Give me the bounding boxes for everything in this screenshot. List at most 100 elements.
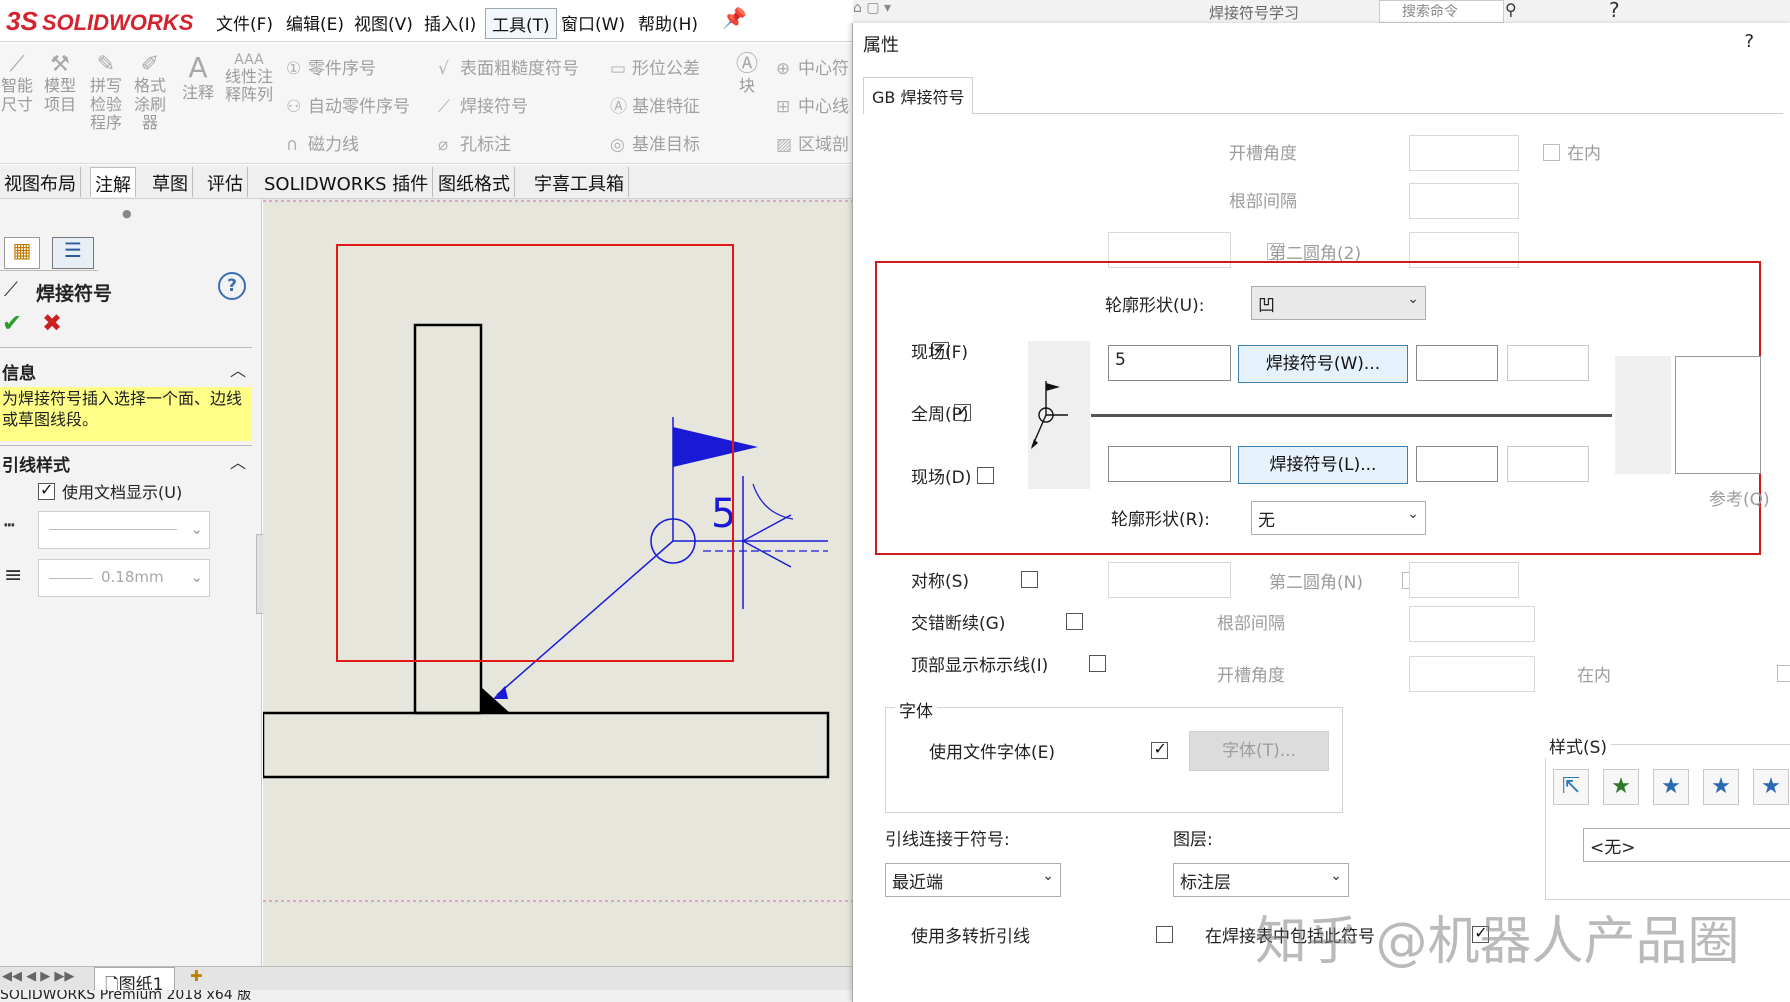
menu-edit[interactable]: 编辑(E)	[280, 8, 350, 37]
format-painter-button[interactable]: ✐ 格式涂刷器	[130, 52, 170, 132]
solidworks-logo: 3S SOLIDWORKS	[6, 6, 194, 36]
tab-view-layout[interactable]: 视图布局	[0, 167, 81, 197]
second-fillet-bottom-input[interactable]	[1108, 562, 1231, 598]
dialog-help-button[interactable]: ?	[1744, 31, 1754, 52]
staggered-checkbox[interactable]	[1066, 612, 1084, 630]
lower-pitch-input[interactable]	[1507, 446, 1589, 482]
save-style-icon[interactable]: ★	[1703, 769, 1739, 805]
home-icon[interactable]: ⌂ ▢ ▾	[853, 0, 891, 16]
chevron-down-icon: ⌄	[1330, 868, 1342, 884]
spell-check-button[interactable]: ✎ 拼写检验程序	[86, 52, 126, 132]
font-button[interactable]: 字体(T)...	[1189, 731, 1329, 771]
collapse-chevron-icon[interactable]: ︿	[230, 357, 246, 381]
upper-size-input[interactable]: 5	[1108, 345, 1231, 381]
use-doc-display-checkbox[interactable]	[38, 480, 55, 500]
menu-file[interactable]: 文件(F)	[210, 8, 279, 37]
hole-callout-button[interactable]: ⌀ 孔标注	[438, 130, 511, 155]
ok-check-icon[interactable]: ✔	[2, 309, 22, 337]
smart-dimension-button[interactable]: ⟋ 智能尺寸	[0, 52, 34, 114]
tab-addins[interactable]: SOLIDWORKS 插件	[260, 167, 434, 197]
menu-help[interactable]: 帮助(H)	[632, 8, 704, 37]
line-style-dropdown[interactable]: ⌄	[38, 511, 210, 549]
symbol-preview-left	[1028, 341, 1090, 489]
property-tab-icon[interactable]: ☰	[52, 237, 94, 269]
inside-top-checkbox[interactable]	[1543, 143, 1560, 161]
upper-length-input[interactable]	[1416, 345, 1498, 381]
help-icon[interactable]: ?	[218, 272, 246, 300]
root-gap-top-input[interactable]	[1409, 183, 1519, 219]
style-dropdown[interactable]: <无>	[1583, 828, 1790, 862]
centerline-button[interactable]: ⊞ 中心线	[776, 92, 849, 117]
symmetric-checkbox[interactable]	[1021, 570, 1039, 588]
all-around-label: 全周(P)	[911, 405, 969, 425]
gtol-button[interactable]: ▭ 形位公差	[610, 54, 700, 79]
search-commands-input[interactable]: 搜索命令	[1379, 0, 1504, 23]
top-id-line-label: 顶部显示标示线(I)	[911, 656, 1049, 676]
balloon-button[interactable]: ① 零件序号	[286, 54, 376, 79]
delete-style-icon[interactable]: ★	[1653, 769, 1689, 805]
menu-tools[interactable]: 工具(T)	[485, 8, 557, 39]
datum-target-button[interactable]: ◎ 基准目标	[610, 130, 700, 155]
pane-title: 焊接符号	[36, 283, 113, 305]
magnetic-line-button[interactable]: ∩ 磁力线	[286, 130, 359, 155]
menu-view[interactable]: 视图(V)	[348, 8, 419, 37]
sheet-nav-icon[interactable]: ◀◀ ◀ ▶ ▶▶	[2, 969, 74, 984]
linear-note-pattern-button[interactable]: AAA 线性注释阵列	[224, 52, 274, 105]
weld-symbol-w-button[interactable]: 焊接符号(W)...	[1238, 345, 1408, 383]
tab-toolbox[interactable]: 宇喜工具箱	[530, 167, 629, 197]
sheet-tab[interactable]: 🗋图纸1	[94, 967, 175, 995]
help-menu-icon[interactable]: ?	[1609, 0, 1620, 22]
update-style-icon[interactable]: ⇱	[1553, 769, 1589, 805]
field-f-label: 现场(F)	[911, 343, 969, 363]
multi-jog-checkbox[interactable]	[1155, 925, 1173, 943]
multi-jog-label: 使用多转折引线	[911, 927, 1030, 947]
tail-text-box[interactable]	[1675, 356, 1761, 474]
tab-annotation[interactable]: 注解	[90, 167, 136, 197]
reference-label: 参考(Q)	[1709, 490, 1770, 510]
note-button[interactable]: A 注释	[178, 51, 218, 103]
pin-icon[interactable]: 📌	[722, 6, 747, 30]
top-id-line-checkbox[interactable]	[1088, 654, 1106, 672]
add-style-icon[interactable]: ★	[1603, 769, 1639, 805]
pane-grip[interactable]: ●	[122, 207, 132, 220]
block-icon: Ⓐ	[735, 52, 758, 77]
lower-length-input[interactable]	[1416, 446, 1498, 482]
tab-evaluate[interactable]: 评估	[203, 167, 248, 197]
root-gap-bottom-input[interactable]	[1409, 606, 1535, 642]
second-fillet-bottom-value[interactable]	[1409, 562, 1519, 598]
model-items-button[interactable]: ⚒ 模型项目	[40, 52, 80, 114]
leader-anchor-dropdown[interactable]: 最近端 ⌄	[885, 863, 1061, 897]
lower-size-input[interactable]	[1108, 446, 1231, 482]
load-style-icon[interactable]: ★	[1753, 769, 1789, 805]
layer-dropdown[interactable]: 标注层 ⌄	[1173, 863, 1349, 897]
search-icon[interactable]: ⚲	[1505, 0, 1517, 19]
inside-bottom-checkbox[interactable]	[1777, 664, 1790, 682]
auto-balloon-icon: ⚇	[286, 97, 302, 117]
groove-angle-bottom-input[interactable]	[1409, 656, 1535, 692]
contour-r-dropdown[interactable]: 无 ⌄	[1251, 501, 1426, 535]
block-button[interactable]: Ⓐ 块	[730, 52, 764, 96]
upper-pitch-input[interactable]	[1507, 345, 1589, 381]
use-doc-font-checkbox[interactable]	[1151, 739, 1169, 759]
drawing-canvas[interactable]: 5	[261, 199, 853, 966]
cancel-x-icon[interactable]: ✖	[42, 309, 62, 337]
weld-symbol-l-button[interactable]: 焊接符号(L)...	[1238, 446, 1408, 484]
add-sheet-icon[interactable]: ✚	[190, 967, 203, 985]
field-d-checkbox[interactable]	[976, 466, 994, 484]
menu-window[interactable]: 窗口(W)	[555, 8, 631, 37]
tab-sheet-format[interactable]: 图纸格式	[434, 167, 515, 197]
area-hatch-button[interactable]: ▨ 区域剖	[776, 130, 849, 155]
datum-feature-button[interactable]: Ⓐ 基准特征	[610, 92, 700, 117]
auto-balloon-button[interactable]: ⚇ 自动零件序号	[286, 92, 410, 117]
center-mark-button[interactable]: ⊕ 中心符	[776, 54, 849, 79]
collapse-chevron-icon[interactable]: ︿	[230, 449, 246, 473]
tab-gb-weld[interactable]: GB 焊接符号	[863, 77, 974, 115]
contour-u-dropdown[interactable]: 凹 ⌄	[1251, 286, 1426, 320]
groove-angle-top-input[interactable]	[1409, 135, 1519, 171]
feature-tree-tab-icon[interactable]: ▦	[4, 237, 40, 269]
menu-insert[interactable]: 插入(I)	[418, 8, 482, 37]
line-weight-dropdown[interactable]: 0.18mm ⌄	[38, 559, 210, 597]
weld-symbol-button[interactable]: ⟋ 焊接符号	[438, 92, 528, 117]
tab-sketch[interactable]: 草图	[148, 167, 193, 197]
surface-finish-button[interactable]: √ 表面粗糙度符号	[438, 54, 579, 79]
